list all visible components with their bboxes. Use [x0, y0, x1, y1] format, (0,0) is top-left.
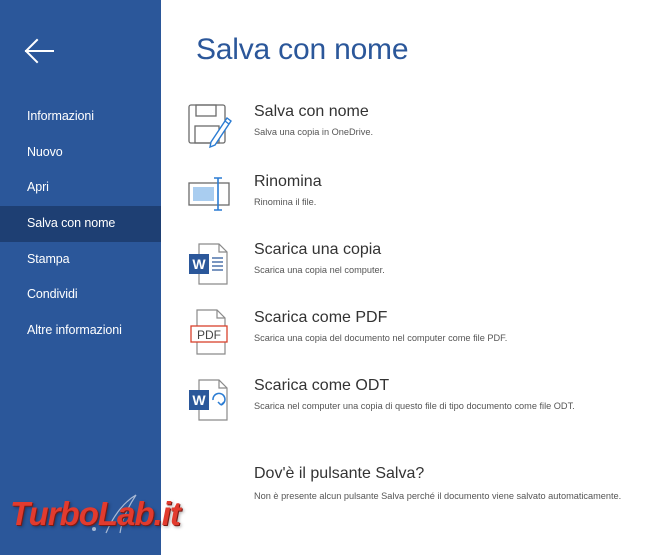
nav-item-salva-con-nome[interactable]: Salva con nome	[0, 206, 161, 242]
nav-item-nuovo[interactable]: Nuovo	[0, 135, 161, 171]
option-title: Salva con nome	[254, 103, 369, 120]
rename-option[interactable]: Rinomina Rinomina il file.	[187, 172, 647, 230]
option-title: Scarica come ODT	[254, 377, 390, 394]
nav-item-stampa[interactable]: Stampa	[0, 242, 161, 278]
back-button[interactable]	[22, 36, 56, 66]
save-as-option[interactable]: Salva con nome Salva una copia in OneDri…	[187, 102, 647, 160]
svg-text:W: W	[192, 256, 206, 272]
option-description: Rinomina il file.	[254, 197, 317, 207]
download-odt-option[interactable]: W Scarica come ODT Scarica nel computer …	[187, 376, 647, 434]
option-description: Scarica una copia del documento nel comp…	[254, 333, 508, 343]
autosave-info: Dov'è il pulsante Salva? Non è presente …	[254, 465, 644, 503]
option-title: Rinomina	[254, 173, 322, 190]
download-pdf-option[interactable]: PDF Scarica come PDF Scarica una copia d…	[187, 308, 647, 366]
option-description: Salva una copia in OneDrive.	[254, 127, 373, 137]
odt-document-icon: W	[189, 379, 228, 421]
page-title: Salva con nome	[196, 33, 409, 66]
watermark-text: TurboLab.it	[10, 495, 181, 532]
info-description: Non è presente alcun pulsante Salva perc…	[254, 491, 622, 501]
download-copy-option[interactable]: W Scarica una copia Scarica una copia ne…	[187, 240, 647, 298]
main-panel: Salva con nome Salva con nome Salva una …	[161, 0, 650, 555]
nav-item-altre-informazioni[interactable]: Altre informazioni	[0, 313, 161, 349]
info-title: Dov'è il pulsante Salva?	[254, 465, 425, 482]
save-as-icon	[188, 104, 232, 149]
nav-item-informazioni[interactable]: Informazioni	[0, 99, 161, 135]
back-arrow-icon	[24, 38, 54, 64]
nav-item-condividi[interactable]: Condividi	[0, 277, 161, 313]
svg-text:W: W	[192, 392, 206, 408]
option-description: Scarica nel computer una copia di questo…	[254, 401, 575, 411]
backstage-nav: Informazioni Nuovo Apri Salva con nome S…	[0, 99, 161, 349]
pdf-icon-label: PDF	[197, 328, 221, 342]
nav-item-apri[interactable]: Apri	[0, 170, 161, 206]
word-document-icon: W	[189, 243, 228, 285]
backstage-sidebar: Informazioni Nuovo Apri Salva con nome S…	[0, 0, 161, 555]
option-description: Scarica una copia nel computer.	[254, 265, 385, 275]
rename-icon	[188, 177, 230, 211]
option-title: Scarica una copia	[254, 241, 382, 258]
pdf-document-icon: PDF	[190, 309, 228, 355]
option-title: Scarica come PDF	[254, 309, 388, 326]
